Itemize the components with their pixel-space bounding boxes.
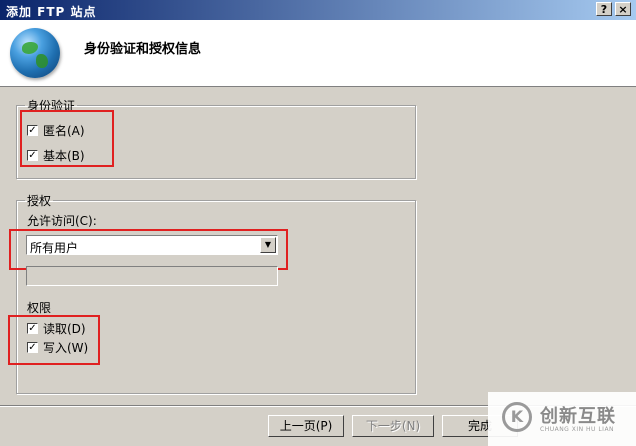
next-button[interactable]: 下一步(N): [352, 415, 434, 437]
authorization-legend: 授权: [27, 194, 52, 208]
allow-access-label: 允许访问(C):: [27, 214, 97, 228]
title-bar: 添加 FTP 站点 ? ×: [0, 0, 636, 20]
globe-icon: [10, 28, 60, 78]
highlight-permissions: [8, 315, 100, 365]
watermark: K 创新互联 CHUANG XIN HU LIAN: [488, 392, 636, 446]
page-title: 身份验证和授权信息: [84, 42, 202, 57]
watermark-text: 创新互联: [540, 406, 616, 427]
highlight-allow-access: [9, 229, 288, 270]
window-title: 添加 FTP 站点: [6, 5, 97, 19]
brand-logo-icon: K: [502, 402, 532, 432]
watermark-subtext: CHUANG XIN HU LIAN: [540, 426, 615, 433]
permissions-legend: 权限: [27, 301, 52, 315]
user-role-input: [26, 266, 278, 286]
help-button[interactable]: ?: [596, 2, 612, 16]
wizard-header: 身份验证和授权信息: [0, 20, 636, 87]
previous-button[interactable]: 上一页(P): [268, 415, 344, 437]
highlight-authentication: [20, 110, 114, 167]
close-button[interactable]: ×: [615, 2, 631, 16]
